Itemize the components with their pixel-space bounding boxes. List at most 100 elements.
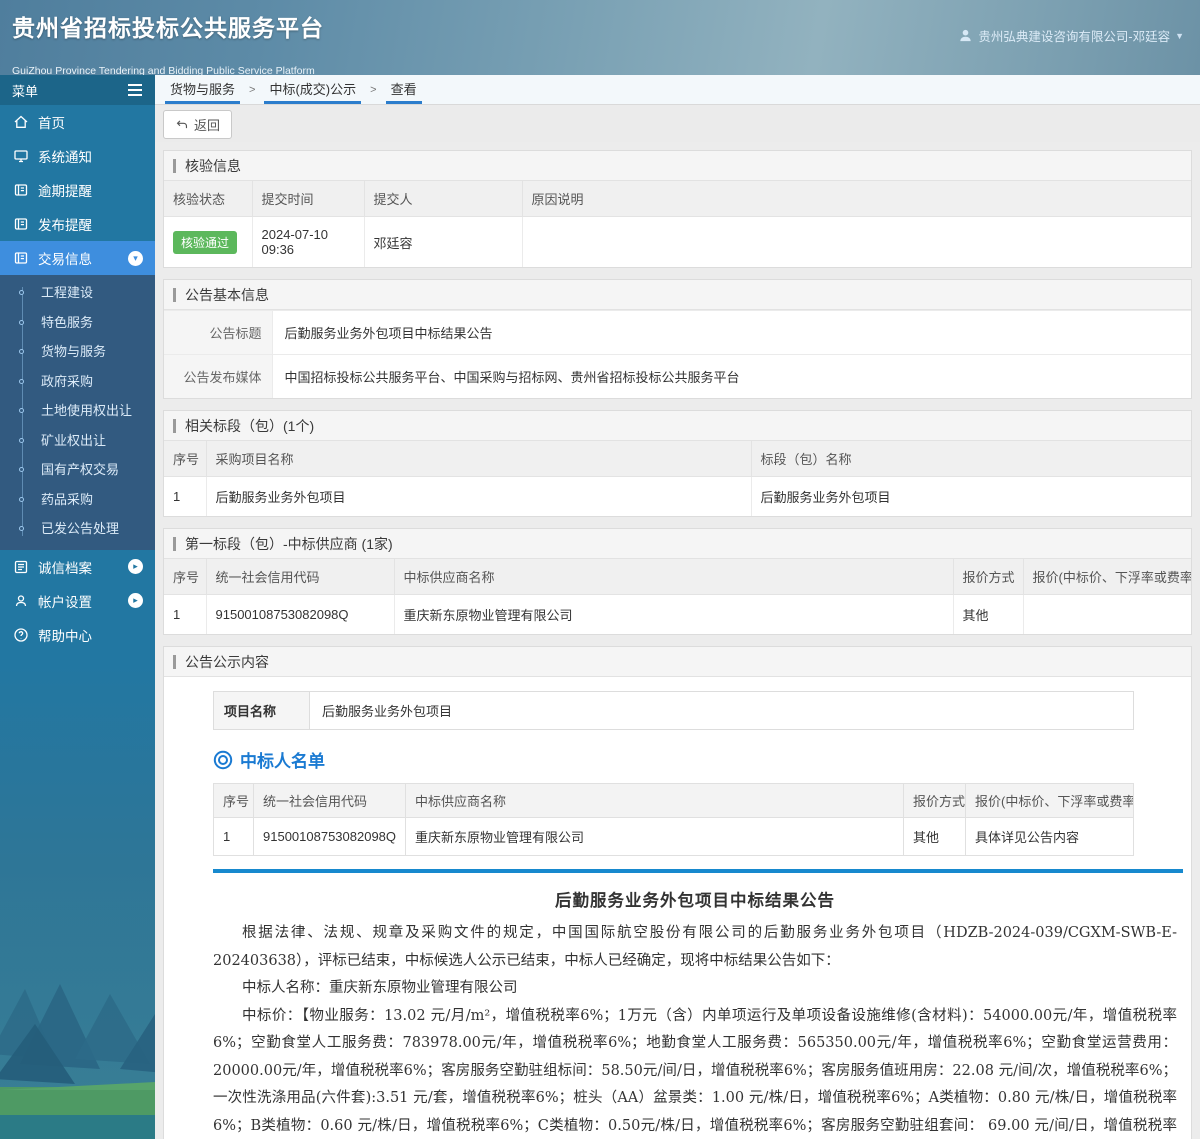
user-icon — [960, 29, 972, 42]
sidebar-item-help-center[interactable]: 帮助中心 — [0, 618, 155, 652]
label-notice-title: 公告标题 — [164, 310, 273, 355]
section-accent — [173, 536, 176, 551]
sidebar-item-label: 诚信档案 — [38, 560, 92, 576]
sidebar-subitem-engineering[interactable]: 工程建设 — [0, 278, 155, 308]
menu-label: 菜单 — [12, 83, 39, 99]
monitor-icon — [14, 150, 28, 163]
sidebar-item-label: 逾期提醒 — [38, 184, 92, 199]
cell-credit-code: 91500108753082098Q — [205, 594, 395, 634]
section-notice-content: 公告公示内容 项目名称 后勤服务业务外包项目 中标人名单 序号 统一社会信用代码… — [163, 646, 1192, 1139]
bullet-icon — [19, 408, 24, 413]
sidebar-subitem-state-property[interactable]: 国有产权交易 — [0, 455, 155, 485]
breadcrumb-view[interactable]: 查看 — [385, 75, 422, 104]
sidebar-item-system-notice[interactable]: 系统通知 — [0, 139, 155, 173]
sidebar-subitem-drug-procurement[interactable]: 药品采购 — [0, 485, 155, 515]
breadcrumb-separator: > — [370, 83, 377, 96]
breadcrumb-goods-services[interactable]: 货物与服务 — [165, 75, 241, 104]
cell-index: 1 — [213, 817, 254, 856]
sidebar-subitem-goods-services[interactable]: 货物与服务 — [0, 337, 155, 367]
bullet-icon — [19, 349, 24, 354]
bullet-icon — [19, 496, 24, 502]
sidebar-item-credit-archive[interactable]: 诚信档案 ▸ — [0, 550, 155, 584]
col-header: 报价方式 — [952, 559, 1024, 595]
announcement-paragraph: 中标价：【物业服务：13.02 元/月/m²，增值税税率6%；1万元（含）内单项… — [213, 1007, 1177, 1134]
sidebar-item-trade-info[interactable]: 交易信息 ▾ — [0, 241, 155, 275]
col-header: 统一社会信用代码 — [253, 783, 406, 818]
sidebar-subitem-featured[interactable]: 特色服务 — [0, 308, 155, 338]
bullet-icon — [19, 437, 24, 443]
sidebar-nav: 首页 系统通知 逾期提醒 发布提醒 交易信息 ▾ 工程建设 特色服务 货物与服务… — [0, 105, 155, 652]
table-row: 公告标题 后勤服务业务外包项目中标结果公告 — [164, 310, 1191, 355]
announcement-body: 后勤服务业务外包项目中标结果公告 根据法律、法规、规章及采购文件的规定，中国国际… — [213, 887, 1183, 1139]
content-area: 核验信息 核验状态 提交时间 提交人 原因说明 核验通过 2024-07-10 … — [155, 142, 1200, 1139]
cell-quote-type: 其他 — [952, 594, 1024, 634]
cell-supplier-name: 重庆新东原物业管理有限公司 — [405, 817, 904, 856]
sidebar-subitem-land-use[interactable]: 土地使用权出让 — [0, 396, 155, 426]
home-icon — [14, 115, 28, 128]
sidebar-item-home[interactable]: 首页 — [0, 105, 155, 139]
col-header: 中标供应商名称 — [405, 783, 904, 818]
table-row: 1 后勤服务业务外包项目 后勤服务业务外包项目 — [164, 476, 1191, 516]
sidebar-subitem-mining-rights[interactable]: 矿业权出让 — [0, 426, 155, 456]
winner-list-table: 序号 统一社会信用代码 中标供应商名称 报价方式 报价(中标价、下浮率或费率) … — [213, 783, 1134, 856]
hamburger-icon[interactable] — [127, 83, 143, 97]
project-name-value: 后勤服务业务外包项目 — [322, 704, 453, 719]
value-notice-title: 后勤服务业务外包项目中标结果公告 — [271, 310, 1191, 355]
col-header: 采购项目名称 — [205, 441, 752, 477]
chevron-down-icon: ▾ — [128, 250, 143, 266]
table-row: 公告发布媒体 中国招标投标公共服务平台、中国采购与招标网、贵州省招标投标公共服务… — [164, 354, 1191, 398]
announcement-paragraph: 根据法律、法规、规章及采购文件的规定，中国国际航空股份有限公司的后勤服务业务外包… — [213, 925, 1177, 969]
cell-quote: 具体详见公告内容 — [965, 817, 1134, 856]
section-title: 核验信息 — [185, 157, 241, 174]
label-publish-media: 公告发布媒体 — [164, 354, 273, 398]
col-header: 核验状态 — [164, 181, 253, 217]
breadcrumb-separator: > — [249, 83, 256, 96]
back-button[interactable]: 返回 — [163, 110, 233, 139]
winner-list-heading: 中标人名单 — [213, 747, 1183, 772]
sidebar-landscape-image — [0, 904, 155, 1139]
question-icon — [14, 627, 28, 642]
basic-info-table: 公告标题 后勤服务业务外包项目中标结果公告 公告发布媒体 中国招标投标公共服务平… — [164, 310, 1191, 398]
sidebar-subitem-gov-procurement[interactable]: 政府采购 — [0, 367, 155, 397]
section-related-lots: 相关标段（包）(1个) 序号 采购项目名称 标段（包）名称 1 后勤服务业务外包… — [163, 410, 1192, 517]
sidebar-item-label: 发布提醒 — [38, 218, 92, 233]
col-header: 报价方式 — [903, 783, 966, 818]
section-basic-info: 公告基本信息 公告标题 后勤服务业务外包项目中标结果公告 公告发布媒体 中国招标… — [163, 279, 1192, 399]
cell-reason — [521, 216, 1191, 267]
table-row: 1 91500108753082098Q 重庆新东原物业管理有限公司 其他 — [164, 594, 1191, 634]
sidebar-item-account-settings[interactable]: 帐户设置 ▸ — [0, 584, 155, 618]
sidebar-item-label: 首页 — [38, 116, 65, 131]
table-row: 1 91500108753082098Q 重庆新东原物业管理有限公司 其他 具体… — [213, 817, 1134, 856]
section-accent — [173, 287, 176, 302]
col-header: 统一社会信用代码 — [205, 559, 395, 595]
col-header: 报价(中标价、下浮率或费率) — [965, 783, 1134, 818]
cell-quote-type: 其他 — [903, 817, 966, 856]
related-lots-table: 序号 采购项目名称 标段（包）名称 1 后勤服务业务外包项目 后勤服务业务外包项… — [164, 441, 1191, 516]
section-verify-info: 核验信息 核验状态 提交时间 提交人 原因说明 核验通过 2024-07-10 … — [163, 150, 1192, 268]
cell-index: 1 — [164, 594, 207, 634]
col-header: 报价(中标价、下浮率或费率) — [1022, 559, 1191, 595]
sidebar-item-publish-reminder[interactable]: 发布提醒 — [0, 207, 155, 241]
section-accent — [173, 158, 176, 173]
cell-submit-time: 2024-07-10 09:36 — [251, 216, 365, 267]
sidebar-item-overdue-reminder[interactable]: 逾期提醒 — [0, 173, 155, 207]
col-header: 序号 — [164, 441, 207, 477]
cell-lot-name: 后勤服务业务外包项目 — [750, 476, 1191, 516]
col-header: 提交时间 — [251, 181, 365, 217]
cell-index: 1 — [164, 476, 207, 516]
trade-submenu: 工程建设 特色服务 货物与服务 政府采购 土地使用权出让 矿业权出让 国有产权交… — [0, 275, 155, 550]
section-accent — [173, 654, 176, 669]
table-row: 核验通过 2024-07-10 09:36 邓廷容 — [164, 216, 1191, 267]
sidebar-subitem-published-notices[interactable]: 已发公告处理 — [0, 514, 155, 544]
list-icon — [14, 560, 28, 573]
cell-quote — [1022, 594, 1191, 634]
user-menu[interactable]: 贵州弘典建设咨询有限公司-邓廷容 ▼ — [958, 26, 1184, 45]
sidebar: 菜单 首页 系统通知 逾期提醒 发布提醒 交易信息 ▾ 工程建设 特色服务 货物… — [0, 75, 155, 1139]
breadcrumb-award-publicity[interactable]: 中标(成交)公示 — [264, 75, 362, 104]
cell-verify-status: 核验通过 — [164, 216, 253, 267]
chevron-right-icon: ▸ — [128, 593, 143, 608]
person-icon — [15, 594, 27, 606]
col-header: 序号 — [164, 559, 207, 595]
chevron-right-icon: ▸ — [128, 559, 143, 574]
col-header: 提交人 — [363, 181, 523, 217]
